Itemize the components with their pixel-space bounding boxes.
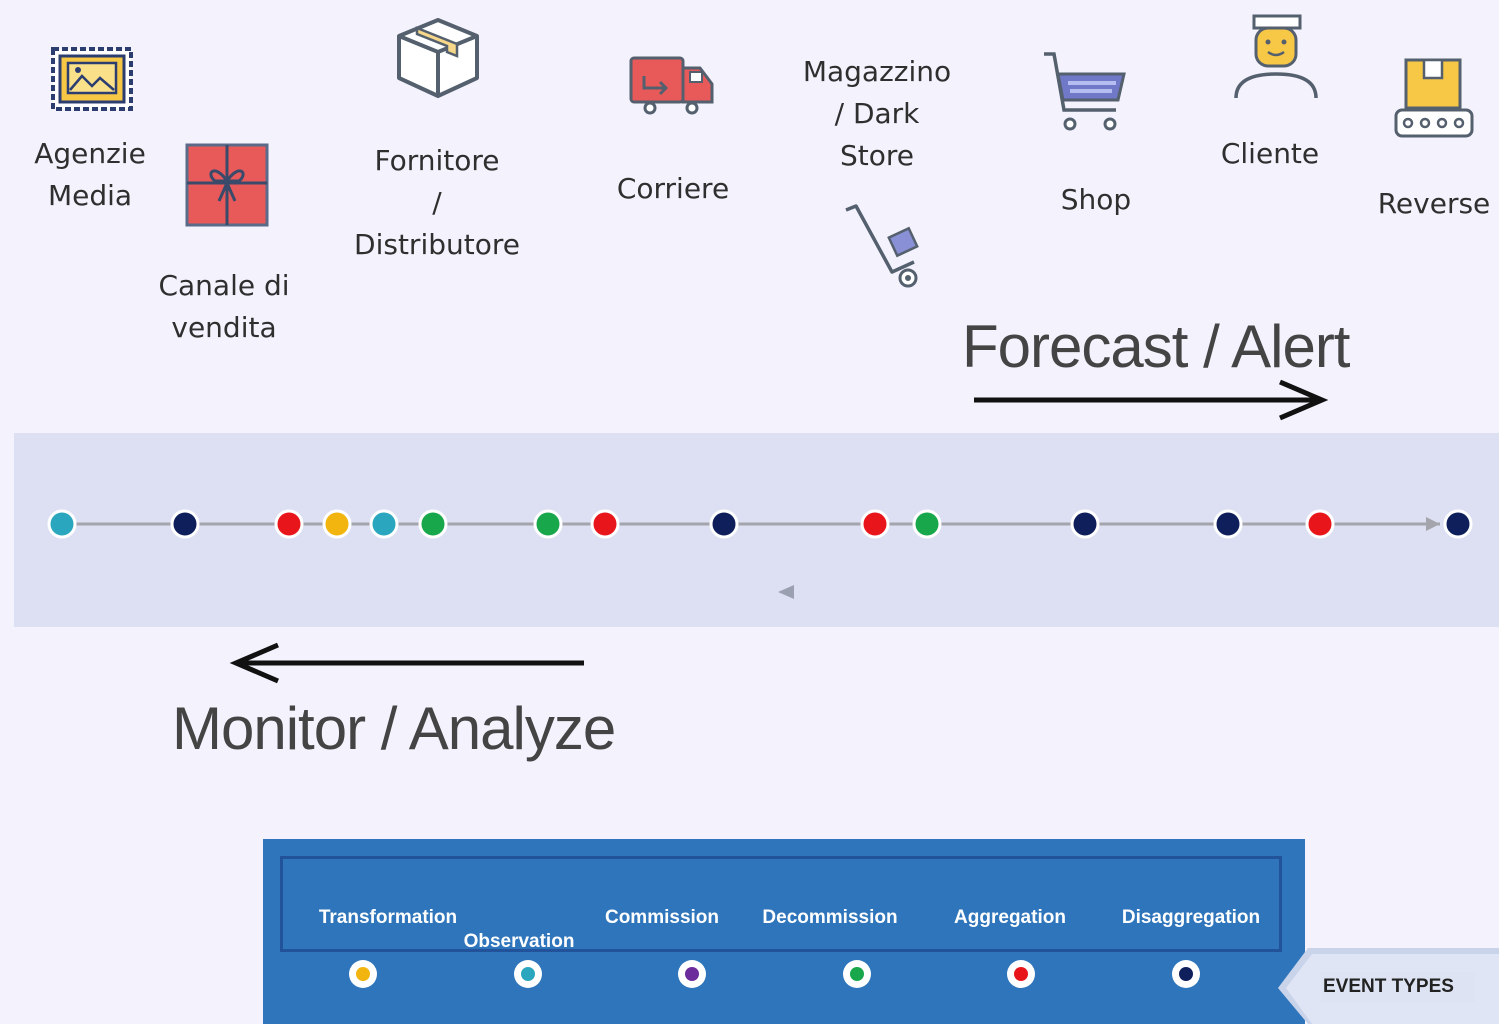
timeline-event-dot [170, 509, 200, 539]
legend-label-commission: Commission [604, 907, 720, 928]
legend-dot-transformation [349, 960, 377, 988]
timeline-event-dot [322, 509, 352, 539]
legend-frame [280, 856, 1282, 952]
legend-label-disaggregation: Disaggregation [1121, 907, 1261, 928]
legend-dot-observation [514, 960, 542, 988]
legend-label-aggregation: Aggregation [954, 907, 1066, 928]
legend-dot-decommission [843, 960, 871, 988]
timeline-event-dot [274, 509, 304, 539]
timeline-event-dot [1443, 509, 1473, 539]
legend-label-transformation: Transformation [318, 907, 458, 928]
timeline-event-dot [912, 509, 942, 539]
scroll-left-icon [778, 585, 794, 599]
timeline-event-dot [47, 509, 77, 539]
legend-dot-aggregation [1007, 960, 1035, 988]
timeline-event-dot [1305, 509, 1335, 539]
event-timeline [47, 509, 1473, 599]
timeline-arrowhead-icon [1426, 517, 1440, 531]
legend-label-observation: Observation [463, 931, 575, 952]
timeline-event-dot [369, 509, 399, 539]
legend-dot-disaggregation [1172, 960, 1200, 988]
timeline-event-dot [418, 509, 448, 539]
timeline-event-dot [709, 509, 739, 539]
timeline-event-dot [860, 509, 890, 539]
timeline-event-dot [590, 509, 620, 539]
timeline-event-dot [533, 509, 563, 539]
legend-label-decommission: Decommission [762, 907, 898, 928]
timeline-event-dot [1070, 509, 1100, 539]
monitor-arrow-icon [229, 642, 584, 684]
event-types-title: EVENT TYPES [1321, 972, 1475, 1002]
event-types-legend: Transformation Observation Commission De… [263, 839, 1305, 1024]
timeline-event-dot [1213, 509, 1243, 539]
legend-dot-commission [678, 960, 706, 988]
monitor-analyze-label: Monitor / Analyze [172, 695, 616, 762]
